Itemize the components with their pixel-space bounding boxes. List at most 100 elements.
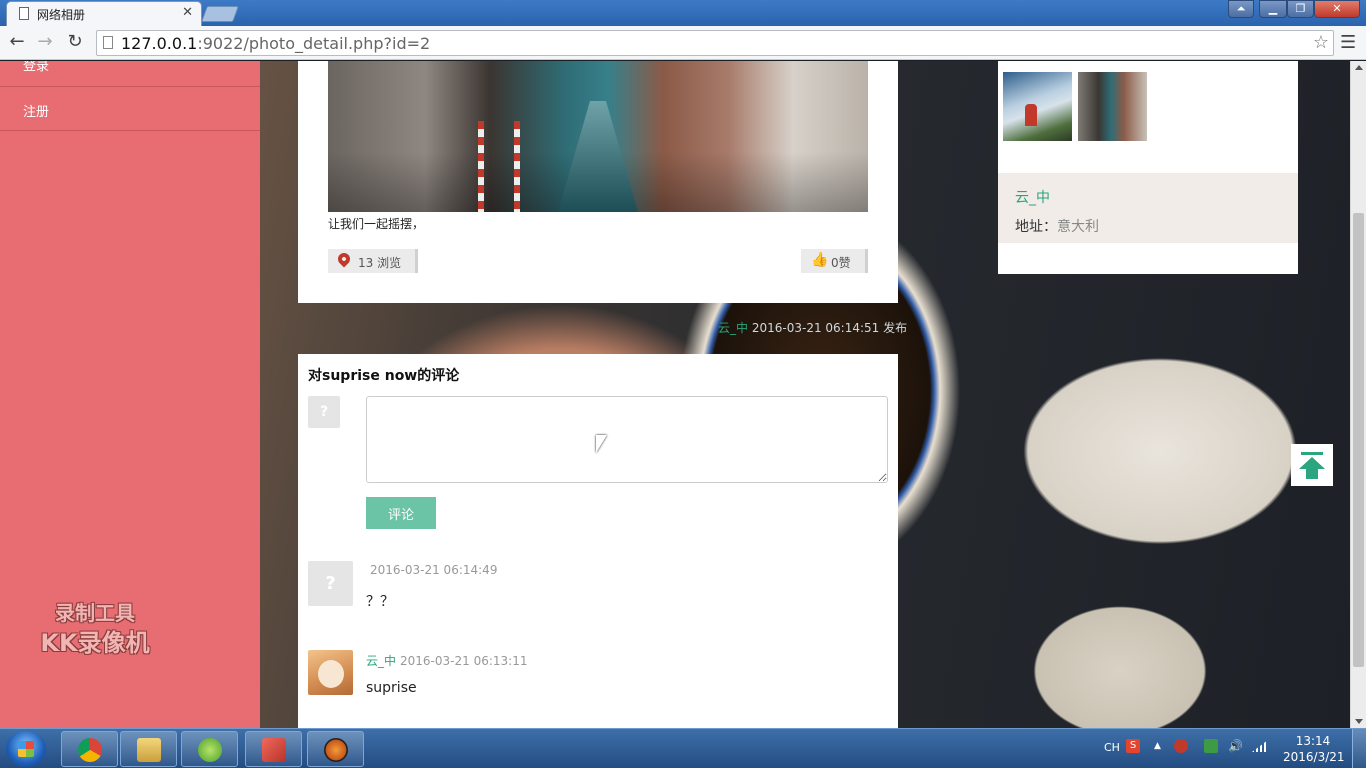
sidebar-item-login[interactable]: 登录 (0, 61, 260, 87)
tray-app-icon[interactable] (1204, 739, 1218, 753)
scrollbar-thumb[interactable] (1353, 213, 1364, 667)
minimize-button[interactable]: ▁ (1259, 0, 1287, 18)
profile-name-link[interactable]: 云_中 (1015, 187, 1050, 207)
comment-header: 2016-03-21 06:14:49 (366, 563, 497, 577)
address-value: 意大利 (1057, 219, 1099, 235)
clock-time: 13:14 (1295, 734, 1331, 748)
language-indicator[interactable]: CH (1104, 741, 1120, 754)
comment-item: 云_中 2016-03-21 06:13:11 suprise (298, 650, 898, 728)
sidebar-item-label: 注册 (23, 105, 50, 120)
taskbar-explorer[interactable] (120, 731, 177, 767)
photo-canal (558, 101, 638, 212)
forward-arrow-icon[interactable]: → (34, 31, 56, 53)
maximize-button[interactable]: ❐ (1287, 0, 1314, 18)
post-card: 让我们一起摇摆， 13 浏览 👍 0赞 (298, 61, 898, 303)
thumbs-up-icon: 👍 (811, 252, 829, 268)
comment-section-title: 对suprise now的评论 (308, 368, 460, 384)
photo-pole (514, 121, 520, 212)
album-thumbnail[interactable] (1003, 72, 1072, 141)
recorder-watermark: 录制工具 (55, 601, 135, 625)
tab-close-icon[interactable]: ✕ (182, 5, 193, 20)
post-photo[interactable] (328, 61, 868, 212)
taskbar-app[interactable] (181, 731, 238, 767)
tab-title: 网络相册 (37, 8, 86, 22)
avatar-placeholder-icon: ? (319, 404, 329, 420)
comment-header: 云_中 2016-03-21 06:13:11 (366, 652, 527, 669)
views-count: 13 浏览 (358, 256, 402, 270)
comment-date: 2016-03-21 06:14:49 (370, 563, 498, 577)
album-thumbnail[interactable] (1078, 72, 1147, 141)
system-clock[interactable]: 13:14 2016/3/21 (1283, 733, 1345, 765)
comment-date: 2016-03-21 06:13:11 (400, 654, 528, 668)
avatar[interactable]: ? (308, 561, 353, 606)
recorder-icon (324, 738, 348, 762)
comment-text: ？？ (366, 594, 394, 610)
page-icon (19, 7, 29, 20)
app-icon (262, 738, 286, 762)
post-caption: 让我们一起摇摆， (328, 217, 425, 231)
back-arrow-icon[interactable]: ← (6, 31, 28, 53)
scroll-down-icon[interactable] (1355, 719, 1363, 724)
url-text[interactable]: 127.0.0.1:9022/photo_detail.php?id=2 (121, 34, 430, 53)
back-to-top-button[interactable] (1291, 444, 1333, 486)
ime-icon[interactable]: S (1126, 739, 1140, 753)
browser-titlebar: 网络相册 ✕ ⏶ ▁ ❐ ✕ (0, 0, 1366, 26)
arrow-stem (1306, 469, 1318, 479)
avatar[interactable] (308, 650, 353, 695)
profile-address: 地址：意大利 (1015, 216, 1099, 236)
app-icon (198, 738, 222, 762)
post-date: 2016-03-21 06:14:51 (751, 321, 880, 335)
close-window-button[interactable]: ✕ (1314, 0, 1360, 18)
chrome-icon (78, 738, 102, 762)
taskbar-app[interactable] (245, 731, 302, 767)
sidebar-item-register[interactable]: 注册 (0, 87, 260, 131)
avatar-placeholder-icon: ? (325, 573, 336, 594)
taskbar-recorder[interactable] (307, 731, 364, 767)
network-icon[interactable] (1252, 740, 1268, 752)
post-author-link[interactable]: 云_中 (718, 321, 748, 335)
comment-text: suprise (366, 680, 417, 696)
show-hidden-icons[interactable]: ▲ (1154, 741, 1161, 751)
bookmark-star-icon[interactable]: ☆ (1313, 32, 1329, 53)
views-badge: 13 浏览 (328, 249, 418, 273)
author-panel: 云_中 地址：意大利 (998, 61, 1298, 274)
back-to-top-icon (1301, 452, 1323, 455)
sidebar-item-label: 登录 (23, 61, 50, 74)
taskbar-chrome[interactable] (61, 731, 118, 767)
post-meta: 云_中 2016-03-21 06:14:51 发布 (718, 319, 907, 336)
tray-app-icon[interactable] (1174, 739, 1188, 753)
page-scrollbar[interactable] (1350, 61, 1366, 728)
page-viewport: 登录 注册 录制工具 KK录像机 让我们一起摇摆， 13 浏览 👍 0赞 云_中… (0, 61, 1350, 728)
start-button[interactable] (6, 731, 46, 767)
volume-icon[interactable]: 🔊 (1228, 739, 1243, 753)
dog-avatar-icon (318, 660, 344, 688)
system-tray: CH S ▲ 🔊 (1100, 729, 1280, 768)
browser-tab[interactable]: 网络相册 ✕ (6, 1, 202, 26)
comment-input[interactable] (366, 396, 888, 483)
photo-pole (478, 121, 484, 212)
profile-button[interactable]: ⏶ (1228, 0, 1254, 18)
current-user-avatar: ? (308, 396, 340, 428)
windows-taskbar: CH S ▲ 🔊 13:14 2016/3/21 (0, 728, 1366, 768)
comment-card: 对suprise now的评论 ? 评论 ? 2016-03-21 06:14:… (298, 354, 898, 728)
scroll-up-icon[interactable] (1355, 65, 1363, 70)
page-icon (103, 36, 113, 49)
likes-count: 0赞 (831, 256, 851, 270)
comment-author[interactable]: 云_中 (366, 654, 396, 668)
show-desktop-button[interactable] (1352, 729, 1366, 768)
like-button[interactable]: 👍 0赞 (801, 249, 868, 273)
post-meta-suffix: 发布 (883, 321, 908, 335)
menu-icon[interactable]: ☰ (1340, 32, 1356, 53)
mouse-cursor-icon (596, 435, 607, 453)
windows-logo-icon (18, 741, 34, 757)
new-tab-button[interactable] (201, 6, 239, 22)
browser-toolbar: ← → ↻ 127.0.0.1:9022/photo_detail.php?id… (0, 26, 1366, 60)
recorder-watermark: KK录像机 (40, 629, 150, 657)
submit-comment-button[interactable]: 评论 (366, 497, 436, 529)
address-label: 地址： (1015, 219, 1057, 235)
address-bar[interactable]: 127.0.0.1:9022/photo_detail.php?id=2 ☆ (96, 30, 1334, 56)
thumbnail-figure (1025, 104, 1037, 126)
clock-date: 2016/3/21 (1283, 750, 1345, 764)
reload-icon[interactable]: ↻ (64, 31, 86, 53)
profile-box: 云_中 地址：意大利 (998, 173, 1298, 243)
